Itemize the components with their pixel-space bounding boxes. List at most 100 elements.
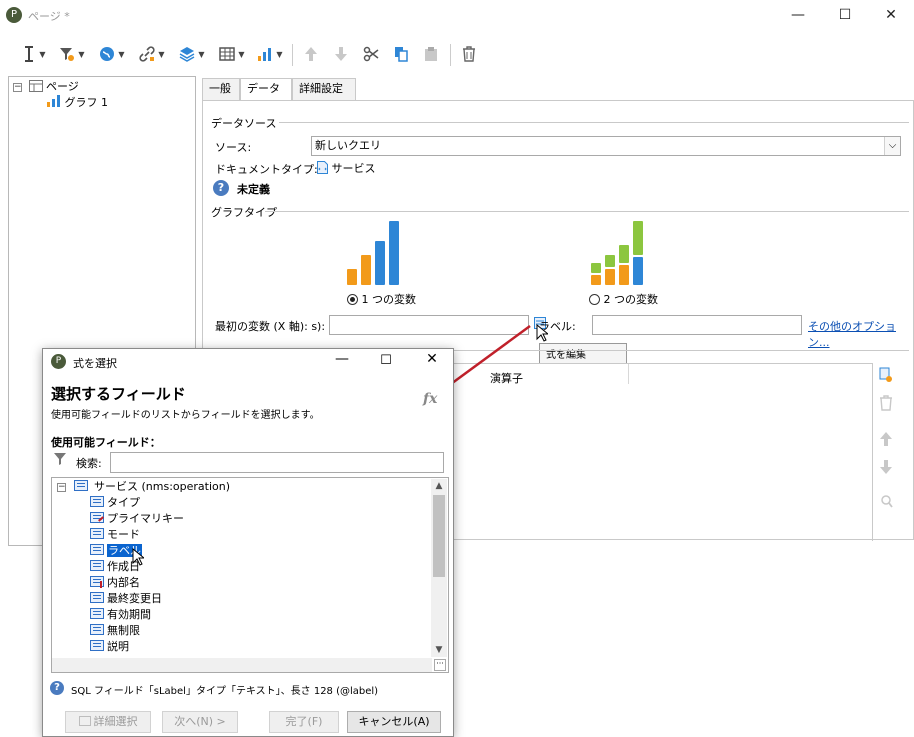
trash-icon[interactable] [454,42,484,66]
move-down-icon[interactable] [879,459,893,478]
fields-tree: − サービス (nms:operation) タイプ プライマリキー モード ラ… [51,477,449,673]
horizontal-scrollbar[interactable] [52,658,432,672]
list-item[interactable]: 有効期間 [90,607,184,623]
layers-icon[interactable]: ▼ [174,42,210,66]
paste-icon[interactable] [416,42,446,66]
field-icon [90,544,104,555]
tree-root-service[interactable]: − サービス (nms:operation) [57,479,448,495]
bar-icon [633,221,643,255]
tree-node-page[interactable]: − ページ [13,79,79,95]
filter-icon[interactable]: ▼ [54,42,90,66]
field-label: 最終変更日 [107,592,162,605]
field-label: 無制限 [107,624,140,637]
cursor-icon[interactable]: ▼ [16,42,52,66]
move-up-icon[interactable] [879,431,893,450]
page-icon [28,80,43,92]
next-button[interactable]: 次へ(N) > [162,711,238,733]
scrollbar-thumb[interactable] [433,495,445,577]
doctype-value-text: サービス [331,162,376,175]
doctype-label: ドキュメントタイプ: [215,163,318,176]
dialog-titlebar: P 式を選択 — ☐ ✕ [43,349,453,375]
collapse-icon[interactable]: − [57,482,66,492]
first-variable-label: 最初の変数 (X 軸): s): [215,320,326,333]
single-variable-chart-icon[interactable] [347,219,409,285]
minimize-button[interactable]: — [775,0,821,30]
question-icon: ? [213,180,229,196]
list-item[interactable]: 無制限 [90,623,184,639]
radio-one-variable[interactable]: 1 つの変数 [347,291,416,307]
bar-icon [619,245,629,263]
collapse-icon[interactable]: − [13,82,22,92]
dialog-maximize-button[interactable]: ☐ [371,353,401,368]
dialog-close-button[interactable]: ✕ [417,351,447,367]
field-icon [90,608,104,619]
bar-icon [591,275,601,285]
delete-series-icon[interactable] [879,395,893,414]
advanced-selection-button[interactable]: 詳細選択 [65,711,151,733]
source-select[interactable]: 新しいクエリ ⌵ [311,136,901,156]
field-icon [90,640,104,651]
undefined-label: 未定義 [237,183,270,196]
bar-icon [619,265,629,285]
dialog-title: 式を選択 [73,357,117,370]
more-options-link[interactable]: その他のオプション... [808,318,913,350]
column-divider [628,364,629,384]
cancel-button[interactable]: キャンセル(A) [347,711,441,733]
tab-advanced[interactable]: 詳細設定 [292,78,356,100]
field-icon [90,496,104,507]
field-label: プライマリキー [107,512,184,525]
more-icon[interactable]: ··· [434,659,446,671]
vertical-scrollbar[interactable]: ▲ ▼ [431,479,447,657]
field-icon [90,528,104,539]
close-button[interactable]: ✕ [868,0,914,30]
label-input[interactable] [592,315,802,335]
dialog-minimize-button[interactable]: — [327,351,357,367]
search-icon[interactable] [881,495,893,512]
copy-icon[interactable] [386,42,416,66]
field-label: モード [107,528,140,541]
bar-icon [361,255,371,285]
arrow-up-icon[interactable] [296,42,326,66]
radio-unchecked-icon[interactable] [589,294,600,305]
finish-button[interactable]: 完了(F) [269,711,339,733]
radio-checked-icon[interactable] [347,294,358,305]
radio-two-variables[interactable]: 2 つの変数 [589,291,658,307]
dialog-subheading: 使用可能フィールドのリストからフィールドを選択します。 [51,410,320,421]
search-input[interactable] [110,452,444,473]
add-series-icon[interactable] [879,367,893,386]
list-item[interactable]: 最終変更日 [90,591,184,607]
tab-general[interactable]: 一般 [202,78,240,100]
arrow-down-icon[interactable] [326,42,356,66]
scroll-up-icon[interactable]: ▲ [431,479,447,493]
app-icon: P [6,7,22,23]
scroll-down-icon[interactable]: ▼ [431,643,447,657]
maximize-button[interactable]: ☐ [822,0,868,30]
table-icon[interactable]: ▼ [214,42,250,66]
list-item[interactable]: タイプ [90,495,184,511]
bar-icon [605,269,615,285]
link-icon[interactable]: ▼ [134,42,170,66]
advanced-icon [78,716,91,726]
tab-data[interactable]: データ [240,78,292,101]
field-label: 説明 [107,640,129,653]
chart-icon[interactable]: ▼ [252,42,288,66]
field-label: 内部名 [107,576,140,589]
list-item[interactable]: 説明 [90,639,184,655]
list-item[interactable]: モード [90,527,184,543]
filter-icon [54,452,66,468]
toolbar: ▼ ▼ ▼ ▼ ▼ ▼ ▼ [8,38,914,70]
list-item[interactable]: プライマリキー [90,511,184,527]
radio-two-variables-label: 2 つの変数 [603,293,659,306]
tree-node-chart[interactable]: グラフ 1 [47,95,108,111]
list-item[interactable]: 内部名 [90,575,184,591]
datasource-section-title: データソース [211,117,277,130]
two-variables-chart-icon[interactable] [591,219,653,285]
globe-icon[interactable]: ▼ [94,42,130,66]
window-title: ページ * [28,10,70,23]
title-bar: P ページ * — ☐ ✕ [0,0,914,30]
chevron-down-icon[interactable]: ⌵ [884,137,900,155]
source-label: ソース: [215,141,252,154]
search-label: 検索: [76,457,102,470]
doctype-value: サービス [317,160,376,176]
cut-icon[interactable] [356,42,386,66]
